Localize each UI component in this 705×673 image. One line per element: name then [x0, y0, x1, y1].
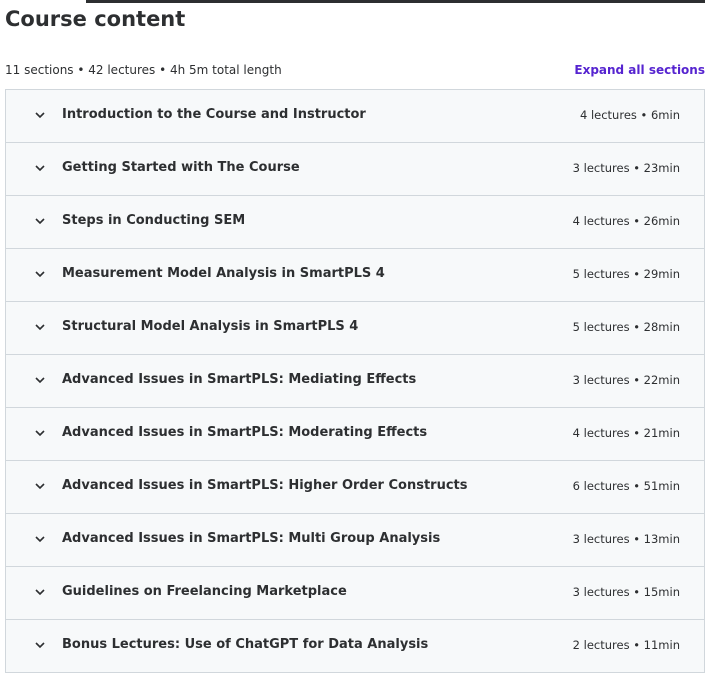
chevron-down-icon — [33, 214, 47, 228]
chevron-down-icon — [33, 108, 47, 122]
section-row[interactable]: Measurement Model Analysis in SmartPLS 4… — [6, 249, 704, 302]
chevron-down-icon — [33, 585, 47, 599]
section-list: Introduction to the Course and Instructo… — [5, 89, 705, 673]
section-meta: 3 lectures • 22min — [572, 373, 680, 387]
section-title: Measurement Model Analysis in SmartPLS 4 — [62, 266, 385, 281]
section-meta: 4 lectures • 26min — [572, 214, 680, 228]
chevron-down-icon — [33, 267, 47, 281]
page-title: Course content — [5, 7, 186, 31]
chevron-down-icon — [33, 426, 47, 440]
section-title: Advanced Issues in SmartPLS: Multi Group… — [62, 531, 441, 546]
expand-all-sections-button[interactable]: Expand all sections — [574, 60, 705, 80]
section-title: Introduction to the Course and Instructo… — [62, 107, 366, 122]
section-title: Getting Started with The Course — [62, 160, 300, 175]
section-row[interactable]: Getting Started with The Course 3 lectur… — [6, 143, 704, 196]
section-row[interactable]: Advanced Issues in SmartPLS: Multi Group… — [6, 514, 704, 567]
course-summary: 11 sections • 42 lectures • 4h 5m total … — [5, 63, 282, 77]
section-row[interactable]: Introduction to the Course and Instructo… — [6, 90, 704, 143]
section-title: Advanced Issues in SmartPLS: Mediating E… — [62, 372, 417, 387]
section-title: Advanced Issues in SmartPLS: Moderating … — [62, 425, 428, 440]
section-row[interactable]: Advanced Issues in SmartPLS: Higher Orde… — [6, 461, 704, 514]
chevron-down-icon — [33, 161, 47, 175]
section-meta: 5 lectures • 28min — [572, 320, 680, 334]
section-row[interactable]: Structural Model Analysis in SmartPLS 4 … — [6, 302, 704, 355]
section-meta: 2 lectures • 11min — [572, 638, 680, 652]
section-title: Advanced Issues in SmartPLS: Higher Orde… — [62, 478, 468, 493]
section-title: Structural Model Analysis in SmartPLS 4 — [62, 319, 359, 334]
course-content-page: Course content 11 sections • 42 lectures… — [0, 0, 705, 673]
section-meta: 3 lectures • 15min — [572, 585, 680, 599]
section-title: Bonus Lectures: Use of ChatGPT for Data … — [62, 637, 429, 652]
section-meta: 4 lectures • 6min — [579, 108, 680, 122]
section-meta: 3 lectures • 23min — [572, 161, 680, 175]
section-row[interactable]: Guidelines on Freelancing Marketplace 3 … — [6, 567, 704, 620]
chevron-down-icon — [33, 320, 47, 334]
section-row[interactable]: Advanced Issues in SmartPLS: Moderating … — [6, 408, 704, 461]
chevron-down-icon — [33, 373, 47, 387]
section-title: Steps in Conducting SEM — [62, 213, 246, 228]
section-meta: 5 lectures • 29min — [572, 267, 680, 281]
top-divider — [86, 0, 705, 3]
section-meta: 6 lectures • 51min — [572, 479, 680, 493]
chevron-down-icon — [33, 532, 47, 546]
section-meta: 4 lectures • 21min — [572, 426, 680, 440]
section-meta: 3 lectures • 13min — [572, 532, 680, 546]
section-row[interactable]: Steps in Conducting SEM 4 lectures • 26m… — [6, 196, 704, 249]
course-summary-row: 11 sections • 42 lectures • 4h 5m total … — [5, 60, 705, 80]
chevron-down-icon — [33, 638, 47, 652]
chevron-down-icon — [33, 479, 47, 493]
section-row[interactable]: Bonus Lectures: Use of ChatGPT for Data … — [6, 620, 704, 672]
section-title: Guidelines on Freelancing Marketplace — [62, 584, 347, 599]
section-row[interactable]: Advanced Issues in SmartPLS: Mediating E… — [6, 355, 704, 408]
